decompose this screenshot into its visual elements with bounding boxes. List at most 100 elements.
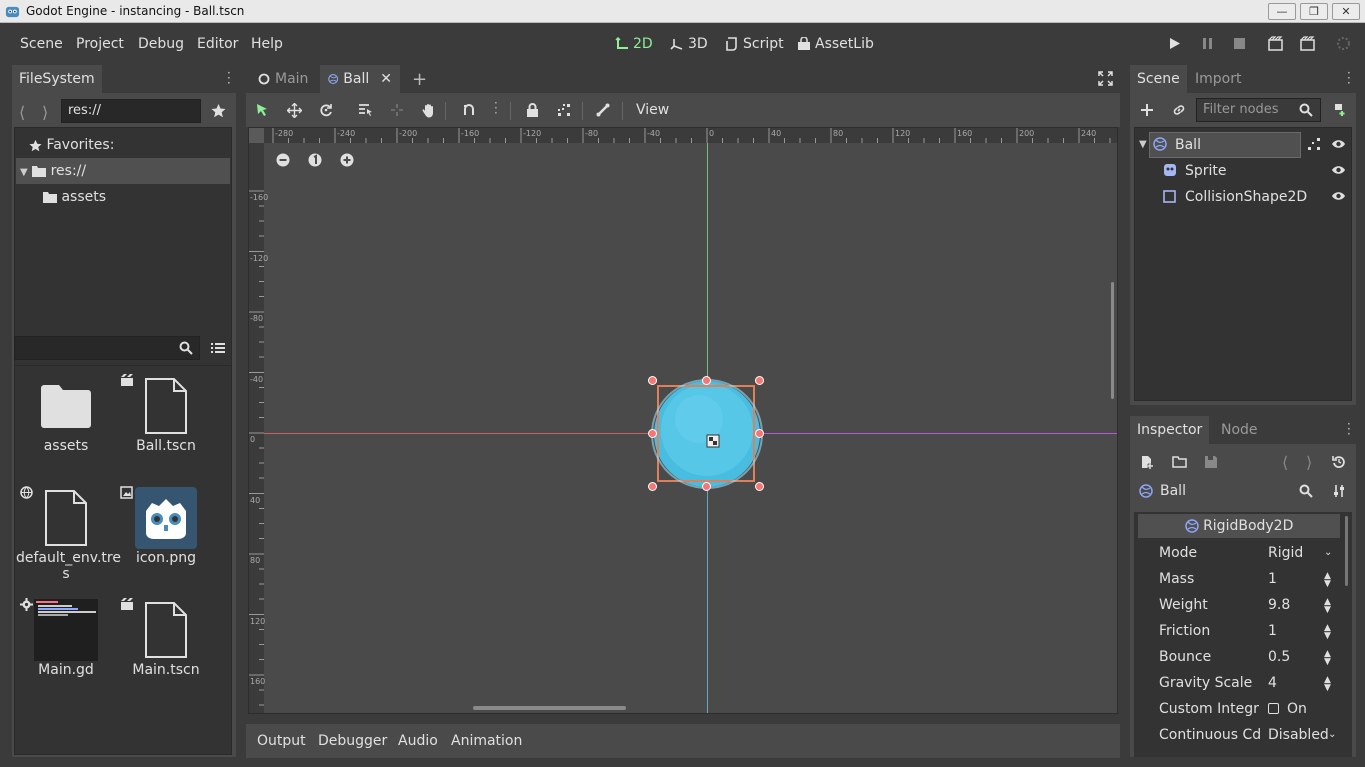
close-icon[interactable]: ✕ xyxy=(380,65,392,93)
zoom-out-icon[interactable] xyxy=(276,153,290,167)
instance-link-icon[interactable] xyxy=(1172,103,1186,117)
resize-handle[interactable] xyxy=(755,429,764,438)
prop-weight-value[interactable]: 9.8 xyxy=(1268,592,1290,618)
move-tool-icon[interactable] xyxy=(281,95,307,125)
path-field[interactable]: res:// xyxy=(61,99,201,123)
resize-handle[interactable] xyxy=(648,429,657,438)
minimize-button[interactable]: — xyxy=(1268,3,1296,20)
prop-mode-value[interactable]: Rigid xyxy=(1268,540,1303,566)
menu-debug[interactable]: Debug xyxy=(138,23,184,65)
tab-main[interactable]: Main xyxy=(250,65,316,93)
maximize-button[interactable]: ❐ xyxy=(1300,3,1328,20)
prop-custom-integrator[interactable]: Custom Integr On xyxy=(1134,696,1334,722)
filesystem-menu-icon[interactable]: · · · xyxy=(227,67,231,89)
snap-toggle-icon[interactable] xyxy=(457,95,483,125)
output-tab[interactable]: Output xyxy=(257,733,306,749)
node-sprite[interactable]: Sprite xyxy=(1135,158,1351,184)
tree-item-res[interactable]: ▼ res:// xyxy=(16,158,230,184)
workspace-2d-button[interactable]: 2D xyxy=(615,23,653,65)
spinner-arrows-icon[interactable]: ▲ ▼ xyxy=(1324,650,1331,667)
file-item-main-gd[interactable]: Main.gd xyxy=(16,598,116,678)
new-resource-icon[interactable] xyxy=(1140,455,1154,469)
object-properties-icon[interactable] xyxy=(1332,484,1346,498)
resize-handle[interactable] xyxy=(648,376,657,385)
workspace-3d-button[interactable]: 3D xyxy=(670,23,708,65)
debugger-tab[interactable]: Debugger xyxy=(318,733,387,749)
group-selected-icon[interactable] xyxy=(1307,137,1321,151)
stop-icon[interactable] xyxy=(1233,37,1246,50)
search-icon[interactable] xyxy=(1299,484,1313,498)
forward-arrow-icon[interactable]: ⟩ xyxy=(42,103,48,122)
spinner-arrows-icon[interactable]: ▲ ▼ xyxy=(1324,624,1331,641)
prop-weight[interactable]: Weight 9.8 ▲ ▼ xyxy=(1134,592,1334,618)
menu-editor[interactable]: Editor xyxy=(197,23,238,65)
prop-continuous-value[interactable]: Disabled xyxy=(1268,722,1329,748)
menu-project[interactable]: Project xyxy=(76,23,124,65)
play-custom-scene-icon[interactable] xyxy=(1300,36,1315,51)
play-icon[interactable] xyxy=(1168,37,1181,50)
skeleton-bone-icon[interactable] xyxy=(590,95,616,125)
prop-bounce[interactable]: Bounce 0.5 ▲ ▼ xyxy=(1134,644,1334,670)
tab-inspector[interactable]: Inspector xyxy=(1130,416,1210,444)
tree-item-assets[interactable]: assets xyxy=(43,184,106,210)
zoom-reset-icon[interactable] xyxy=(308,153,322,167)
close-window-button[interactable]: ✕ xyxy=(1332,3,1360,20)
file-item-ball-tscn[interactable]: Ball.tscn xyxy=(116,374,216,454)
workspace-assetlib-button[interactable]: AssetLib xyxy=(797,23,874,65)
snap-options-icon[interactable]: · · · xyxy=(494,97,498,119)
class-header[interactable]: RigidBody2D xyxy=(1138,514,1340,538)
node-collisionshape2d[interactable]: CollisionShape2D xyxy=(1135,184,1351,210)
resize-handle[interactable] xyxy=(702,482,711,491)
file-search-input[interactable] xyxy=(14,336,200,360)
file-item-main-tscn[interactable]: Main.tscn xyxy=(116,598,216,678)
checkbox[interactable] xyxy=(1268,703,1279,714)
attach-script-icon[interactable] xyxy=(1332,102,1347,117)
inspector-scrollbar[interactable] xyxy=(1345,516,1348,586)
tab-ball[interactable]: Ball ✕ xyxy=(320,65,400,93)
horizontal-scrollbar[interactable] xyxy=(473,706,626,710)
back-arrow-icon[interactable]: ⟨ xyxy=(19,103,25,122)
play-scene-icon[interactable] xyxy=(1268,36,1283,51)
history-icon[interactable] xyxy=(1332,455,1346,469)
search-icon[interactable] xyxy=(179,341,193,355)
prop-mode[interactable]: Mode Rigid ⌄ xyxy=(1134,540,1334,566)
node-ball[interactable]: ▼ Ball xyxy=(1135,132,1351,158)
resize-handle[interactable] xyxy=(702,376,711,385)
resize-handle[interactable] xyxy=(648,482,657,491)
prop-friction[interactable]: Friction 1 ▲ ▼ xyxy=(1134,618,1334,644)
prop-gravity-value[interactable]: 4 xyxy=(1268,670,1277,696)
inspected-object-name[interactable]: Ball xyxy=(1160,483,1186,499)
resize-handle[interactable] xyxy=(755,376,764,385)
audio-tab[interactable]: Audio xyxy=(398,733,438,749)
select-tool-icon[interactable] xyxy=(249,95,275,125)
distraction-free-icon[interactable] xyxy=(1098,71,1113,86)
prop-mass-value[interactable]: 1 xyxy=(1268,566,1277,592)
prop-gravity-scale[interactable]: Gravity Scale 4 ▲ ▼ xyxy=(1134,670,1334,696)
tab-scene[interactable]: Scene xyxy=(1130,65,1187,93)
save-icon[interactable] xyxy=(1204,455,1218,469)
prop-bounce-value[interactable]: 0.5 xyxy=(1268,644,1290,670)
menu-scene[interactable]: Scene xyxy=(20,23,63,65)
favorite-star-icon[interactable] xyxy=(211,103,226,118)
view-menu[interactable]: View xyxy=(636,93,669,127)
prop-mass[interactable]: Mass 1 ▲ ▼ xyxy=(1134,566,1334,592)
spinner-arrows-icon[interactable]: ▲ ▼ xyxy=(1324,676,1331,693)
pan-tool-icon[interactable] xyxy=(416,95,442,125)
file-item-icon-png[interactable]: icon.png xyxy=(116,486,216,566)
visibility-eye-icon[interactable] xyxy=(1331,190,1346,202)
tab-node[interactable]: Node xyxy=(1214,416,1265,444)
file-item-assets[interactable]: assets xyxy=(16,374,116,454)
animation-tab[interactable]: Animation xyxy=(451,733,522,749)
add-tab-icon[interactable]: + xyxy=(412,69,427,90)
prop-continuous-cd[interactable]: Continuous Cd Disabled ⌄ xyxy=(1134,722,1336,748)
menu-help[interactable]: Help xyxy=(251,23,283,65)
rotate-tool-icon[interactable] xyxy=(313,95,339,125)
pivot-tool-icon[interactable] xyxy=(384,95,410,125)
lock-icon[interactable] xyxy=(519,95,545,125)
list-view-icon[interactable] xyxy=(211,341,225,355)
history-forward-icon[interactable]: ⟩ xyxy=(1306,453,1312,472)
resize-handle[interactable] xyxy=(755,482,764,491)
file-item-default-env[interactable]: default_env.tre s xyxy=(16,486,121,582)
list-select-icon[interactable] xyxy=(352,95,378,125)
scene-dock-menu-icon[interactable]: · · · xyxy=(1347,67,1351,89)
